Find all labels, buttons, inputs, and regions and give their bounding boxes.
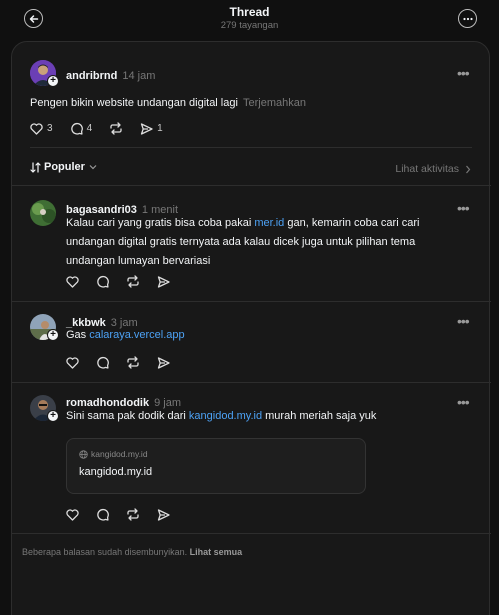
follow-plus-icon[interactable]: +: [47, 410, 59, 422]
preview-domain: kangidod.my.id: [91, 449, 148, 459]
globe-icon: [79, 449, 88, 459]
reply-text: Kalau cari yang gratis bisa coba pakai m…: [66, 217, 420, 267]
reply-link[interactable]: calaraya.vercel.app: [89, 329, 184, 341]
divider: [12, 185, 491, 186]
repost-icon: [127, 275, 139, 288]
comment-icon: [97, 356, 109, 369]
share-button[interactable]: [157, 508, 170, 521]
reply-actions: [66, 508, 187, 521]
share-button[interactable]: [157, 356, 170, 369]
view-count: 279 tayangan: [220, 20, 279, 31]
send-icon: [157, 275, 170, 288]
avatar[interactable]: [30, 200, 56, 226]
follow-plus-icon[interactable]: +: [47, 329, 59, 341]
preview-title: kangidod.my.id: [79, 466, 153, 478]
thread-card: + andribrnd 14 jam ••• Pengen bikin websi…: [11, 41, 491, 615]
post-time: 14 jam: [122, 70, 156, 82]
view-activity-link[interactable]: Lihat aktivitas: [395, 163, 471, 175]
reply-text: Gas calaraya.vercel.app: [66, 329, 185, 341]
repost-button[interactable]: [109, 122, 123, 135]
like-button[interactable]: [66, 275, 79, 288]
top-bar: Thread 279 tayangan: [0, 0, 499, 40]
send-icon: [157, 508, 170, 521]
chevron-right-icon: [466, 165, 471, 173]
more-icon: [462, 17, 473, 20]
sort-label: Populer: [44, 161, 85, 173]
divider: [12, 301, 491, 302]
share-button[interactable]: 1: [140, 122, 163, 135]
translate-link[interactable]: Terjemahkan: [243, 97, 306, 109]
like-count: 3: [47, 123, 53, 134]
repost-icon: [127, 508, 139, 521]
reply-more-icon[interactable]: •••: [457, 395, 470, 409]
reply-button[interactable]: [96, 275, 109, 288]
reply-link[interactable]: mer.id: [254, 217, 284, 229]
divider: [12, 533, 491, 534]
share-button[interactable]: [157, 275, 170, 288]
chevron-down-icon: [89, 165, 97, 170]
follow-plus-icon[interactable]: +: [47, 75, 59, 87]
repost-button[interactable]: [126, 508, 140, 521]
reply-button[interactable]: 4: [70, 122, 93, 135]
heart-icon: [66, 275, 79, 288]
like-button[interactable]: [66, 356, 79, 369]
see-all-link[interactable]: Lihat semua: [190, 547, 243, 557]
post-username[interactable]: andribrnd: [66, 70, 117, 82]
comment-icon: [97, 275, 109, 288]
repost-icon: [127, 356, 139, 369]
comment-icon: [97, 508, 109, 521]
post-actions: 3 4 1: [30, 122, 180, 135]
heart-icon: [66, 508, 79, 521]
link-preview-card[interactable]: kangidod.my.id kangidod.my.id: [66, 438, 366, 494]
heart-icon: [30, 122, 43, 135]
heart-icon: [66, 356, 79, 369]
divider: [30, 147, 472, 148]
reply-text: Sini sama pak dodik dari kangidod.my.id …: [66, 410, 377, 422]
sort-icon: [30, 161, 41, 173]
hidden-replies-notice: Beberapa balasan sudah disembunyikan. Li…: [22, 547, 243, 557]
reply-actions: [66, 356, 187, 369]
reply-link[interactable]: kangidod.my.id: [189, 410, 262, 422]
reply-actions: [66, 275, 187, 288]
like-button[interactable]: 3: [30, 122, 53, 135]
share-count: 1: [157, 123, 163, 134]
comment-icon: [70, 122, 83, 135]
repost-button[interactable]: [126, 275, 140, 288]
send-icon: [140, 122, 153, 135]
avatar-image: [30, 200, 56, 226]
send-icon: [157, 356, 170, 369]
reply-count: 4: [86, 123, 93, 134]
repost-icon: [110, 122, 122, 135]
reply-button[interactable]: [96, 356, 109, 369]
post-more-icon[interactable]: •••: [457, 66, 470, 80]
repost-button[interactable]: [126, 356, 140, 369]
post-text: Pengen bikin website undangan digital la…: [30, 97, 306, 109]
like-button[interactable]: [66, 508, 79, 521]
page-title: Thread: [229, 5, 270, 19]
reply-more-icon[interactable]: •••: [457, 314, 470, 328]
view-activity-label: Lihat aktivitas: [395, 163, 459, 175]
options-button[interactable]: [458, 9, 477, 28]
reply-button[interactable]: [96, 508, 109, 521]
reply-more-icon[interactable]: •••: [457, 201, 470, 215]
sort-dropdown[interactable]: Populer: [30, 161, 97, 173]
divider: [12, 382, 491, 383]
